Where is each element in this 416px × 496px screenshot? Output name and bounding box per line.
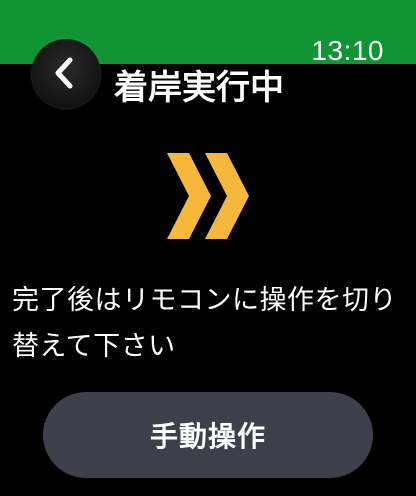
manual-operation-button[interactable]: 手動操作 bbox=[43, 392, 373, 478]
page-title: 着岸実行中 bbox=[114, 68, 284, 108]
back-button[interactable] bbox=[31, 39, 101, 109]
chevron-left-icon bbox=[32, 40, 100, 108]
clock: 13:10 bbox=[311, 35, 384, 66]
instruction-message: 完了後はリモコンに操作を切り替えて下さい bbox=[12, 285, 397, 362]
double-chevron-right-icon bbox=[167, 153, 249, 239]
manual-operation-label: 手動操作 bbox=[149, 420, 266, 453]
